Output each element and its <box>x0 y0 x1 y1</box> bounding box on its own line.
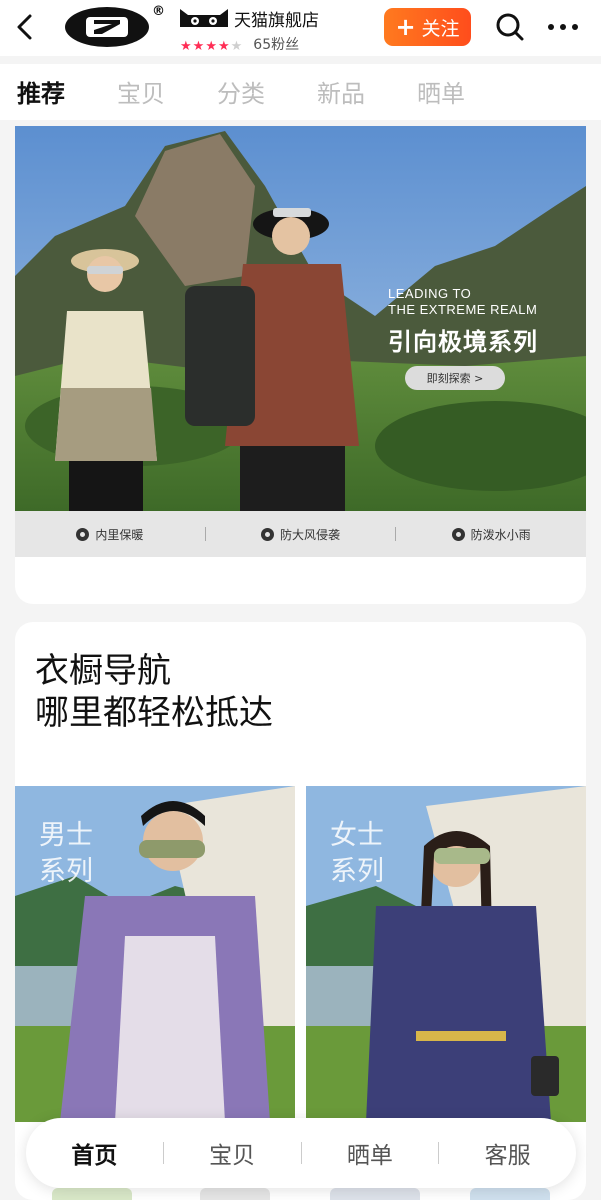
wardrobe-title: 衣橱导航 哪里都轻松抵达 <box>35 650 273 734</box>
back-arrow-icon[interactable] <box>10 10 40 44</box>
men-series-label: 男士 系列 <box>39 818 93 890</box>
women-series-tile[interactable]: 女士 系列 <box>306 786 586 1122</box>
tab-new-arrivals[interactable]: 新品 <box>317 74 365 109</box>
women-series-line1: 女士 <box>330 820 384 851</box>
feature-label: 内里保暖 <box>95 527 144 542</box>
nav-reviews[interactable]: 晒单 <box>302 1136 439 1170</box>
star-filled-icon: ★ <box>217 38 230 54</box>
next-row-peek <box>330 1188 420 1200</box>
star-filled-icon: ★ <box>205 38 217 54</box>
explore-now-button[interactable]: 即刻探索 > <box>405 366 505 390</box>
plus-icon: + <box>395 13 416 41</box>
wardrobe-nav-card: 衣橱导航 哪里都轻松抵达 男士 系列 女士 系列 <box>15 622 586 1200</box>
next-row-peek <box>200 1188 270 1200</box>
feature-bar: 内里保暖 防大风侵袭 防泼水小雨 <box>15 511 586 557</box>
women-series-label: 女士 系列 <box>330 818 384 890</box>
warmth-icon <box>76 527 90 541</box>
banner-en-line1: LEADING TO <box>388 286 472 301</box>
tab-reviews[interactable]: 晒单 <box>417 74 465 109</box>
feature-label: 防泼水小雨 <box>470 527 531 542</box>
registered-mark: ® <box>152 4 165 19</box>
feature-label: 防大风侵袭 <box>280 527 341 542</box>
next-row-peek <box>470 1188 550 1200</box>
star-filled-icon: ★ <box>180 38 192 54</box>
men-series-line1: 男士 <box>39 820 93 851</box>
tmall-store-type: 天猫旗舰店 <box>178 6 319 31</box>
banner-en-line2: THE EXTREME REALM <box>388 302 538 317</box>
brand-logo <box>65 7 149 47</box>
store-type-label: 天猫旗舰店 <box>234 10 319 31</box>
feature-water-repellent: 防泼水小雨 <box>396 526 586 543</box>
women-series-line2: 系列 <box>330 856 384 887</box>
follow-button[interactable]: + 关注 <box>384 8 471 46</box>
more-options-icon[interactable] <box>546 18 580 36</box>
bottom-navigation: 首页 宝贝 晒单 客服 <box>26 1118 576 1188</box>
men-series-line2: 系列 <box>39 856 93 887</box>
men-series-tile[interactable]: 男士 系列 <box>15 786 295 1122</box>
tmall-cat-icon <box>180 9 228 27</box>
feature-windproof: 防大风侵袭 <box>206 526 396 543</box>
tab-products[interactable]: 宝贝 <box>117 74 165 109</box>
hero-card: LEADING TO THE EXTREME REALM 引向极境系列 即刻探索… <box>15 126 586 604</box>
rating-stars: ★★★★★ <box>180 35 243 54</box>
star-filled-icon: ★ <box>192 38 205 54</box>
follow-label: 关注 <box>421 17 460 40</box>
tab-categories[interactable]: 分类 <box>217 74 265 109</box>
nav-home[interactable]: 首页 <box>26 1136 163 1170</box>
feature-warmth: 内里保暖 <box>15 526 205 543</box>
star-empty-icon: ★ <box>230 38 243 54</box>
nav-products[interactable]: 宝贝 <box>164 1136 301 1170</box>
store-header: ® 天猫旗舰店 ★★★★★ 65粉丝 + 关注 <box>0 0 601 56</box>
banner-cn-title: 引向极境系列 <box>388 328 538 356</box>
wind-icon <box>261 527 274 541</box>
store-tabs: 推荐 宝贝 分类 新品 晒单 <box>0 64 601 120</box>
search-icon[interactable] <box>494 11 526 43</box>
next-row-peek <box>52 1188 132 1200</box>
wardrobe-title-line1: 衣橱导航 <box>35 651 171 691</box>
store-rating: ★★★★★ 65粉丝 <box>180 34 299 54</box>
nav-customer-service[interactable]: 客服 <box>439 1136 576 1170</box>
fans-count: 65粉丝 <box>253 37 300 53</box>
tab-recommend[interactable]: 推荐 <box>17 74 65 109</box>
water-icon <box>451 527 465 541</box>
banner-copy: LEADING TO THE EXTREME REALM 引向极境系列 <box>388 286 538 357</box>
wardrobe-title-line2: 哪里都轻松抵达 <box>35 693 273 733</box>
